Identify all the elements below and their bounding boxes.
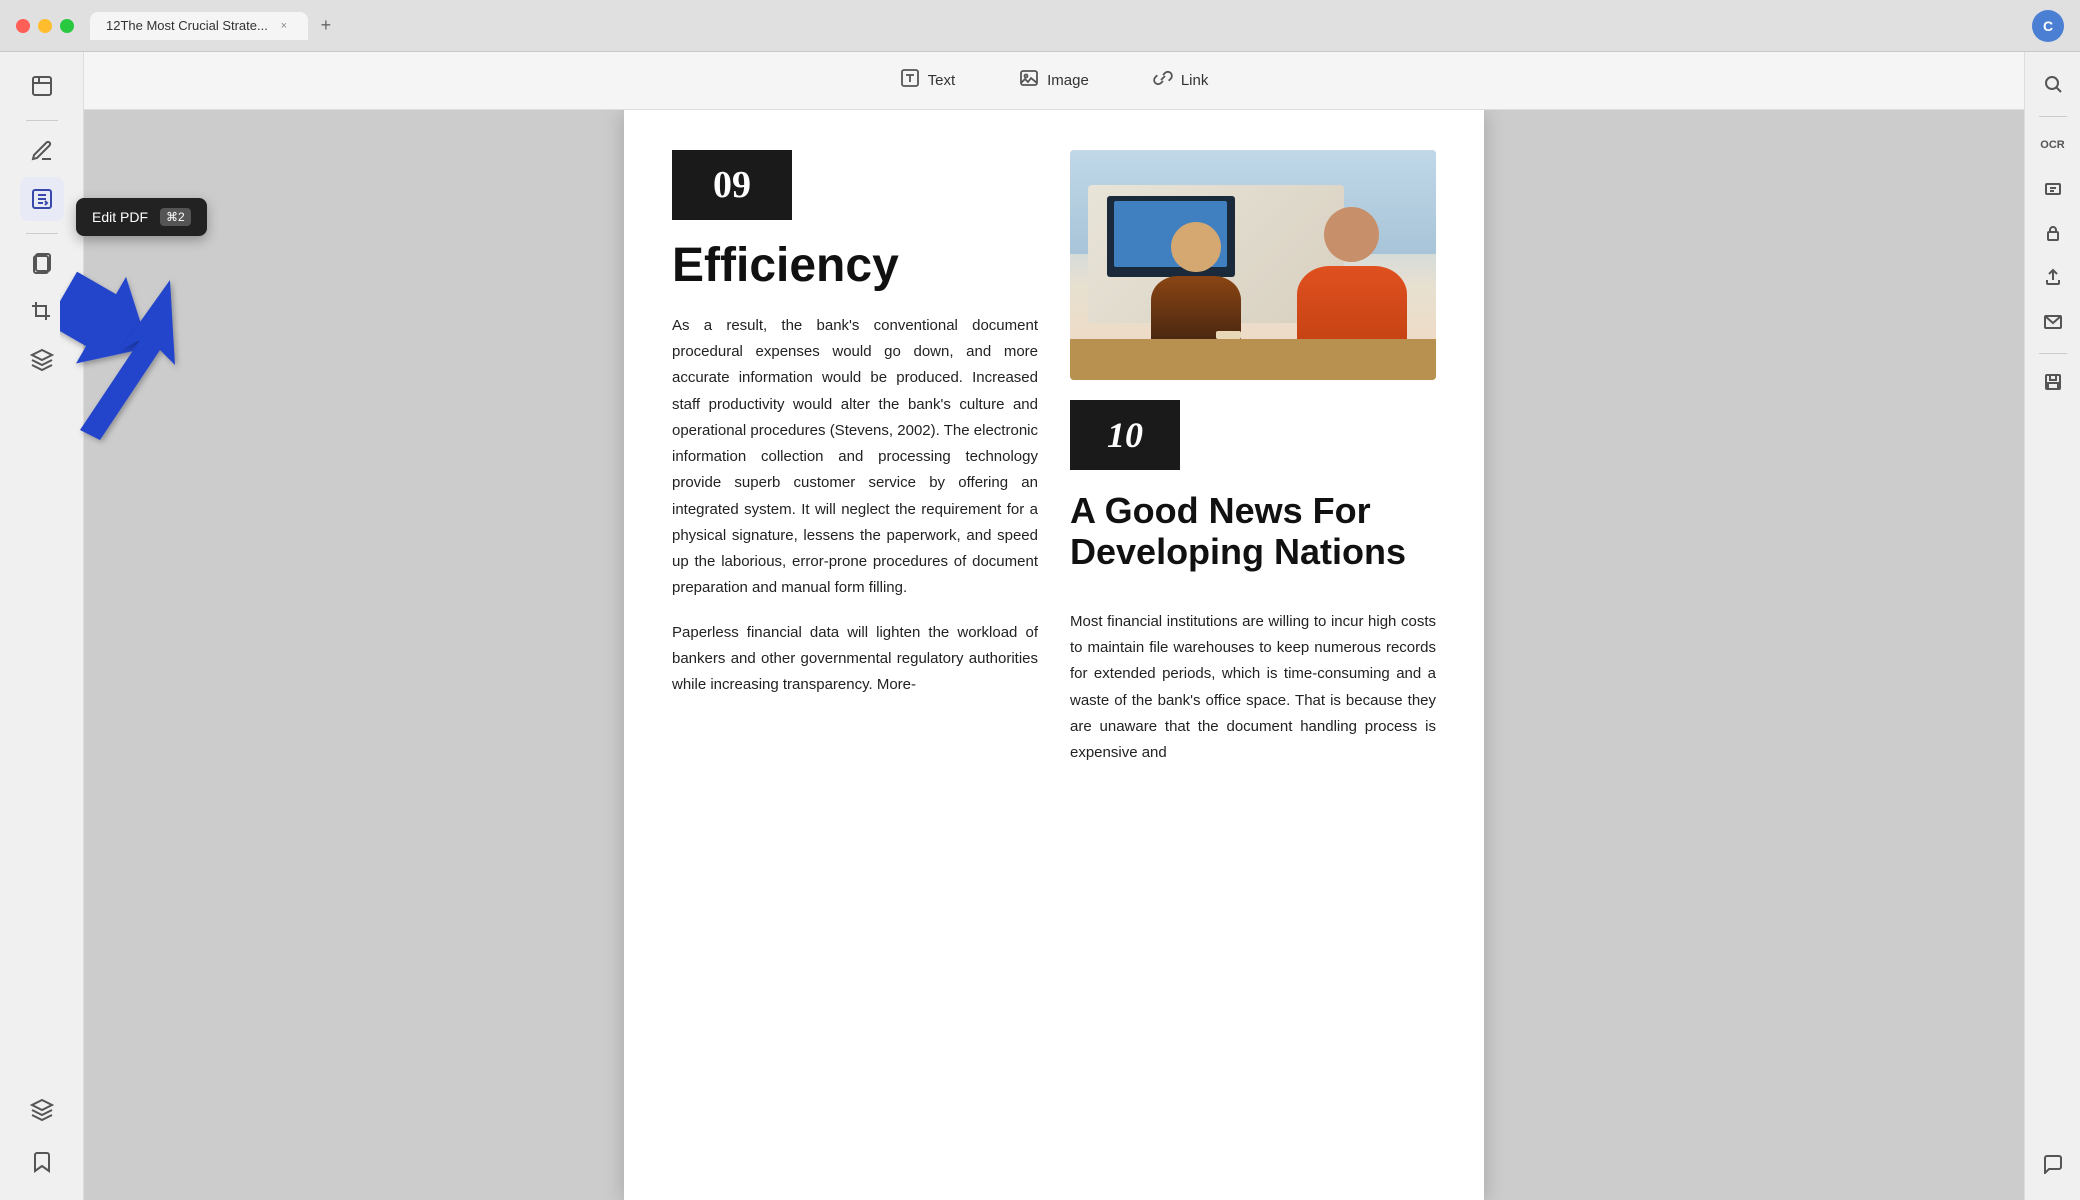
text-icon [900,68,920,93]
tab-bar: 12The Most Crucial Strate... × + [90,12,2032,40]
active-tab[interactable]: 12The Most Crucial Strate... × [90,12,308,40]
protect-icon[interactable] [2033,213,2073,253]
section-10-number: 10 [1070,400,1180,470]
search-icon[interactable] [2033,64,2073,104]
chat-icon[interactable] [2033,1144,2073,1184]
sidebar-bottom [20,1088,64,1188]
image-tool-button[interactable]: Image [1007,62,1101,99]
save-icon[interactable] [2033,362,2073,402]
section-09-left: 09 Efficiency As a result, the bank's co… [672,150,1038,766]
titlebar: 12The Most Crucial Strate... × + C [0,0,2080,52]
right-divider-1 [2039,116,2067,117]
text-tool-label: Text [928,72,956,89]
stack-icon[interactable] [20,338,64,382]
tab-close-button[interactable]: × [276,18,292,34]
app-body: Edit PDF ⌘2 Text [0,52,2080,1200]
tooltip-label: Edit PDF [92,209,148,225]
image-tool-label: Image [1047,72,1089,89]
office-photo [1070,150,1436,380]
image-icon [1019,68,1039,93]
ocr-icon[interactable]: OCR [2033,125,2073,165]
right-divider-2 [2039,353,2067,354]
sidebar-divider-1 [26,120,58,121]
left-sidebar [0,52,84,1200]
section-09-para1: As a result, the bank's conventional doc… [672,313,1038,602]
maximize-button[interactable] [60,19,74,33]
section-10-body: Most financial institutions are willing … [1070,609,1436,767]
section-09-number: 09 [672,150,792,220]
add-tab-button[interactable]: + [312,12,340,40]
minimize-button[interactable] [38,19,52,33]
traffic-lights [16,19,74,33]
pdf-area[interactable]: 09 Efficiency As a result, the bank's co… [84,110,2024,1200]
right-toolbar: OCR [2024,52,2080,1200]
ocr-label: OCR [2040,139,2064,151]
top-toolbar: Text Image [84,52,2024,110]
section-09-para2: Paperless financial data will lighten th… [672,620,1038,699]
crop-icon[interactable] [20,290,64,334]
main-content: Text Image [84,52,2024,1200]
pdf-page: 09 Efficiency As a result, the bank's co… [624,110,1484,1200]
pages-icon[interactable] [20,242,64,286]
link-tool-label: Link [1181,72,1209,89]
user-avatar[interactable]: C [2032,10,2064,42]
edit-pdf-icon[interactable] [20,177,64,221]
section-10-title: A Good News For Developing Nations [1070,490,1436,573]
share-icon[interactable] [2033,257,2073,297]
section-09-title: Efficiency [672,240,1038,293]
bookmark-icon[interactable] [20,1140,64,1184]
annotate-icon[interactable] [20,129,64,173]
text-tool-button[interactable]: Text [888,62,968,99]
tab-title: 12The Most Crucial Strate... [106,18,268,33]
layers-icon[interactable] [20,1088,64,1132]
sidebar-divider-2 [26,233,58,234]
section-09: 09 Efficiency As a result, the bank's co… [672,150,1436,766]
edit-pdf-tooltip: Edit PDF ⌘2 [76,198,207,236]
email-icon[interactable] [2033,301,2073,341]
section-09-right: 10 A Good News For Developing Nations Mo… [1070,150,1436,766]
link-tool-button[interactable]: Link [1141,62,1221,99]
page-view-icon[interactable] [20,64,64,108]
link-icon [1153,68,1173,93]
close-button[interactable] [16,19,30,33]
redact-icon[interactable] [2033,169,2073,209]
tooltip-shortcut: ⌘2 [160,208,191,226]
